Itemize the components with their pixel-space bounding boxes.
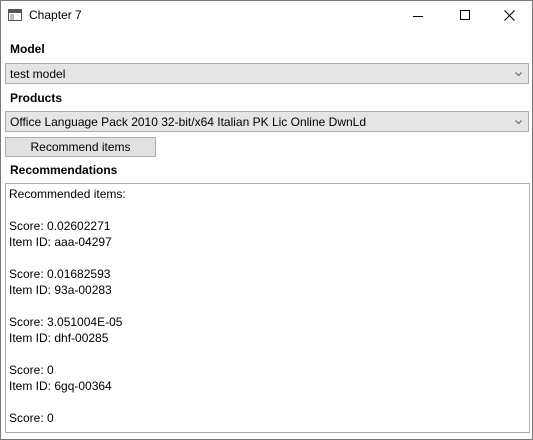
minimize-icon (413, 16, 423, 17)
item-score: Score: 3.051004E-05 (9, 315, 123, 329)
app-window-icon (8, 9, 22, 21)
item-id: Item ID: dhf-00285 (9, 331, 109, 345)
window-title: Chapter 7 (29, 8, 82, 22)
app-window: Chapter 7 Model test model Products Offi… (0, 0, 533, 440)
item-id: Item ID: 93a-00283 (9, 283, 112, 297)
close-icon (504, 10, 515, 21)
item-score: Score: 0.01682593 (9, 267, 111, 281)
products-label: Products (10, 91, 63, 105)
maximize-icon (460, 10, 470, 20)
products-selected-value: Office Language Pack 2010 32-bit/x64 Ita… (10, 115, 367, 129)
close-button[interactable] (486, 1, 532, 32)
model-selected-value: test model (10, 67, 66, 81)
recommendations-heading: Recommended items: (9, 187, 126, 201)
recommendations-label: Recommendations (10, 163, 118, 177)
item-id: Item ID: 6gq-00364 (9, 379, 112, 393)
item-score: Score: 0 (9, 411, 54, 425)
minimize-button[interactable] (395, 1, 441, 32)
title-bar[interactable]: Chapter 7 (1, 1, 532, 32)
recommend-items-button[interactable]: Recommend items (5, 137, 156, 157)
recommendations-textbox[interactable]: Recommended items: Score: 0.02602271 Ite… (5, 183, 530, 433)
maximize-button[interactable] (441, 1, 487, 32)
model-dropdown[interactable]: test model (5, 63, 529, 84)
model-label: Model (10, 42, 45, 56)
item-score: Score: 0 (9, 363, 54, 377)
chevron-down-icon (515, 72, 522, 77)
item-id: Item ID: aaa-04297 (9, 235, 112, 249)
item-score: Score: 0.02602271 (9, 219, 111, 233)
products-dropdown[interactable]: Office Language Pack 2010 32-bit/x64 Ita… (5, 111, 529, 132)
chevron-down-icon (515, 120, 522, 125)
